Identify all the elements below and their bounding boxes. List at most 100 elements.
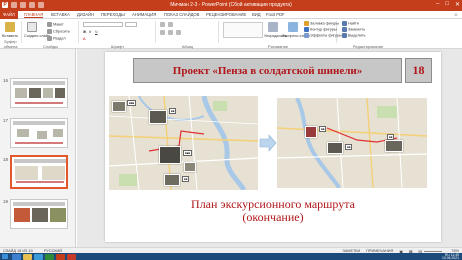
- layout-button[interactable]: Макет: [47, 22, 64, 27]
- current-slide[interactable]: Проект «Пенза в солдатской шинели» 18 ■■…: [105, 52, 441, 242]
- thumbnail-banner: [13, 81, 65, 85]
- tab-transitions[interactable]: ПЕРЕХОДЫ: [101, 12, 125, 17]
- paste-button[interactable]: Вставить: [2, 34, 18, 38]
- align-right-button[interactable]: [176, 30, 182, 35]
- reset-label: Сбросить: [53, 29, 70, 34]
- map-photo: [112, 101, 126, 112]
- select-button[interactable]: Выделить: [342, 33, 366, 38]
- maximize-button[interactable]: □: [445, 1, 449, 8]
- thumbnail-photo: [37, 131, 47, 139]
- new-slide-icon[interactable]: [27, 22, 37, 32]
- align-left-icon: [160, 30, 165, 35]
- zoom-slider[interactable]: [424, 250, 442, 252]
- shape-effects-button[interactable]: Эффекты фигуры: [304, 33, 342, 38]
- window-title: Мичман 2-3 - PowerPoint (Сбой активации …: [170, 2, 292, 8]
- window-controls: – □ ✕: [436, 1, 460, 8]
- map-photo: [184, 162, 196, 172]
- shape-fill-button[interactable]: Заливка фигуры: [304, 21, 339, 26]
- media-taskbar-icon[interactable]: [34, 253, 43, 260]
- slide-thumbnail-18[interactable]: [10, 155, 68, 189]
- bold-button[interactable]: Ж: [83, 30, 86, 34]
- section-button[interactable]: Раздел: [47, 36, 66, 41]
- explorer-taskbar-icon[interactable]: [23, 253, 32, 260]
- user-account[interactable]: ☺: [454, 12, 458, 17]
- replace-icon: [342, 27, 347, 32]
- slide-caption[interactable]: План экскурсионного маршрута (окончание): [105, 198, 441, 224]
- shape-fill-label: Заливка фигуры: [310, 21, 339, 26]
- powerpoint-taskbar-icon[interactable]: [56, 253, 65, 260]
- slide-number-box[interactable]: 18: [405, 58, 432, 83]
- font-size-select[interactable]: [125, 22, 137, 27]
- fill-icon: [304, 21, 309, 26]
- numbering-button[interactable]: [168, 22, 174, 27]
- thumbnail-map: [15, 166, 38, 180]
- slide-thumbnail-17[interactable]: [10, 118, 68, 148]
- app-taskbar-icon[interactable]: [45, 253, 54, 260]
- close-button[interactable]: ✕: [455, 1, 460, 8]
- tab-insert[interactable]: ВСТАВКА: [51, 12, 70, 17]
- outline-icon: [304, 27, 309, 32]
- route-map-left[interactable]: ■■■ ■■ ■■■ ■■: [109, 96, 258, 190]
- thumbnail-number: 16: [3, 78, 9, 83]
- slide-counter: СЛАЙД 18 ИЗ 19: [3, 248, 33, 253]
- map-photo-label: ■■■: [183, 150, 193, 156]
- tab-slideshow[interactable]: ПОКАЗ СЛАЙДОВ: [164, 12, 199, 17]
- align-right-icon: [176, 30, 181, 35]
- replace-button[interactable]: Заменить: [342, 27, 365, 32]
- tab-review[interactable]: РЕЦЕНЗИРОВАНИЕ: [206, 12, 246, 17]
- tab-home[interactable]: ГЛАВНАЯ: [24, 12, 44, 18]
- bullets-button[interactable]: [160, 22, 166, 27]
- effects-icon: [304, 33, 309, 38]
- slide-thumbnail-16[interactable]: [10, 78, 68, 108]
- start-button-icon[interactable]: [2, 254, 8, 259]
- bullets-icon: [160, 22, 165, 27]
- slide-editing-area: Проект «Пенза в солдатской шинели» 18 ■■…: [77, 49, 462, 247]
- paste-icon[interactable]: [5, 22, 15, 32]
- thumbnail-photo: [15, 88, 27, 98]
- shape-outline-button[interactable]: Контур фигуры: [304, 27, 337, 32]
- slide-number: 18: [412, 63, 425, 77]
- drawing-group: Упорядочить Экспресс-стили Заливка фигур…: [220, 21, 342, 49]
- select-label: Выделить: [348, 33, 366, 38]
- find-button[interactable]: Найти: [342, 21, 359, 26]
- thumbnail-photo: [43, 88, 53, 98]
- slide-title-banner[interactable]: Проект «Пенза в солдатской шинели»: [133, 58, 402, 83]
- clock-date[interactable]: 10.06.2021: [442, 256, 459, 260]
- slide-title: Проект «Пенза в солдатской шинели»: [172, 64, 363, 77]
- slide-thumbnail-pane: 16 17 18 19: [0, 49, 76, 247]
- thumbnail-banner: [14, 159, 66, 163]
- tab-foxit-pdf[interactable]: Foxit PDF: [266, 12, 285, 17]
- map-photo-label: ■■: [182, 176, 190, 182]
- tab-design[interactable]: ДИЗАЙН: [77, 12, 94, 17]
- arrow-right-icon: [259, 134, 277, 152]
- route-map-right[interactable]: ■■ ■■ ■■: [277, 98, 427, 188]
- quick-styles-icon[interactable]: [288, 22, 298, 32]
- paragraph-group: Абзац: [157, 21, 219, 49]
- align-center-icon: [168, 30, 173, 35]
- italic-button[interactable]: К: [89, 30, 91, 34]
- shape-effects-label: Эффекты фигуры: [310, 33, 342, 38]
- caption-line-2: (окончание): [242, 210, 304, 224]
- minimize-button[interactable]: –: [436, 1, 439, 8]
- tab-animation[interactable]: АНИМАЦИЯ: [132, 12, 156, 17]
- select-icon: [342, 33, 347, 38]
- underline-button[interactable]: Ч: [95, 30, 98, 34]
- arrange-icon[interactable]: [268, 22, 278, 32]
- reset-button[interactable]: Сбросить: [47, 29, 70, 34]
- slide-thumbnail-19[interactable]: [10, 199, 68, 229]
- align-center-button[interactable]: [168, 30, 174, 35]
- font-color-button[interactable]: A: [83, 37, 86, 41]
- windows-taskbar: RU 11:45 10.06.2021: [0, 253, 462, 260]
- thumbnail-caption: [15, 102, 63, 104]
- map-photo-label: ■■: [345, 144, 353, 150]
- tab-view[interactable]: ВИД: [252, 12, 261, 17]
- tab-file[interactable]: ФАЙЛ: [0, 11, 18, 19]
- pdf-taskbar-icon[interactable]: [67, 253, 76, 260]
- font-name-select[interactable]: [83, 22, 123, 27]
- thumbnail-photo: [32, 208, 48, 222]
- map-photo: [159, 146, 181, 164]
- ie-taskbar-icon[interactable]: [12, 253, 21, 260]
- shapes-gallery[interactable]: [223, 22, 263, 38]
- language-indicator[interactable]: РУССКИЙ: [44, 249, 62, 253]
- align-left-button[interactable]: [160, 30, 166, 35]
